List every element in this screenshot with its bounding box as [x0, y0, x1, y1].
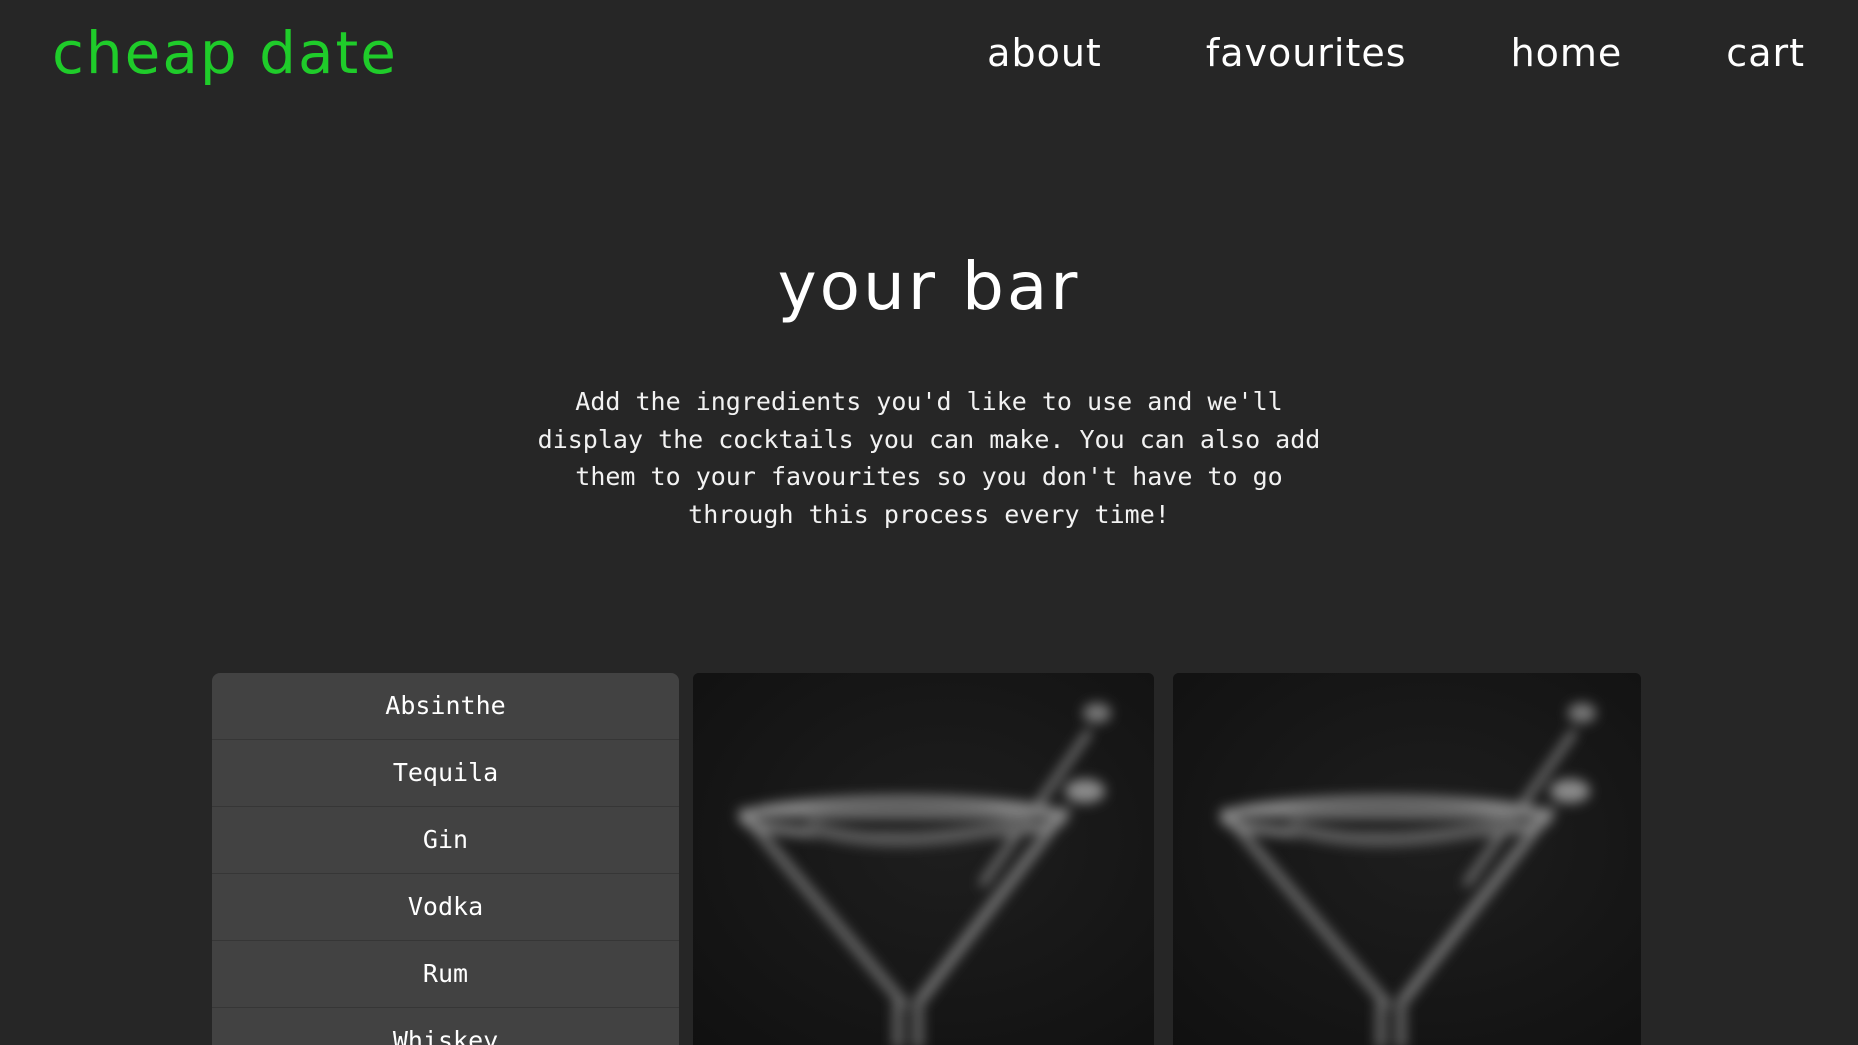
- ingredient-item-whiskey[interactable]: Whiskey: [212, 1008, 679, 1045]
- ingredient-list: Absinthe Tequila Gin Vodka Rum Whiskey: [212, 673, 679, 1045]
- nav-about-link[interactable]: about: [987, 28, 1102, 78]
- page-title: your bar: [777, 248, 1081, 325]
- ingredient-item-tequila[interactable]: Tequila: [212, 740, 679, 807]
- site-logo[interactable]: cheap date: [52, 18, 398, 88]
- main-nav: about favourites home cart: [987, 28, 1805, 78]
- cocktail-card[interactable]: [693, 673, 1154, 1045]
- nav-home-link[interactable]: home: [1511, 28, 1623, 78]
- ingredient-item-gin[interactable]: Gin: [212, 807, 679, 874]
- nav-favourites-link[interactable]: favourites: [1206, 28, 1407, 78]
- martini-glass-icon: [693, 673, 1154, 1045]
- ingredient-item-rum[interactable]: Rum: [212, 941, 679, 1008]
- nav-cart-link[interactable]: cart: [1726, 28, 1805, 78]
- martini-glass-icon: [1173, 673, 1641, 1045]
- cocktail-card[interactable]: [1173, 673, 1641, 1045]
- intro-text: Add the ingredients you'd like to use an…: [537, 387, 1321, 529]
- ingredient-item-vodka[interactable]: Vodka: [212, 874, 679, 941]
- ingredient-item-absinthe[interactable]: Absinthe: [212, 673, 679, 740]
